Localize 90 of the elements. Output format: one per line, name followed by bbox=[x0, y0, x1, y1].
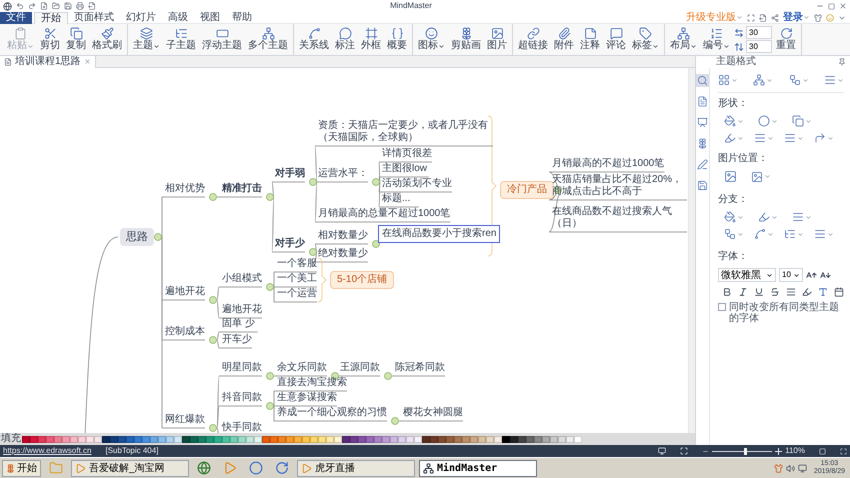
start-button[interactable]: 开始 bbox=[2, 460, 41, 476]
central-topic[interactable]: 思路 bbox=[120, 228, 154, 246]
topic-label[interactable]: 固单 少 bbox=[222, 318, 255, 330]
palette-label: 填充 bbox=[0, 433, 22, 445]
ribbon-button[interactable]: 标签 bbox=[630, 24, 661, 54]
topic-label[interactable]: 资质：天猫店一定要少，或者几乎没有（天猫国际，全球购） bbox=[318, 120, 497, 144]
ribbon-button[interactable]: 子主题 bbox=[164, 24, 198, 54]
menu-tab[interactable]: 视图 bbox=[194, 12, 226, 24]
topic-label[interactable]: 快手同款 bbox=[222, 422, 262, 433]
ribbon-button[interactable]: 图片 bbox=[485, 24, 509, 54]
checkbox-label: 同时改变所有同类型主题的字体 bbox=[729, 302, 840, 324]
document-tab[interactable]: 培训课程1思路 bbox=[0, 56, 96, 68]
font-family-select[interactable]: 微软雅黑 bbox=[718, 268, 776, 282]
menu-tab[interactable]: 开始 bbox=[34, 12, 68, 24]
topic-label[interactable]: 月销最高的不超过1000笔 bbox=[552, 158, 664, 170]
ribbon-button[interactable]: 剪切 bbox=[38, 24, 62, 54]
topic-label[interactable]: 运营水平： bbox=[318, 168, 368, 180]
section-label: 分支： bbox=[718, 194, 749, 206]
topic-label[interactable]: 一个运营 bbox=[277, 288, 317, 300]
topic-label[interactable]: 养成一个细心观察的习惯 bbox=[277, 407, 387, 419]
section-label: 图片位置： bbox=[718, 153, 769, 165]
ribbon-button[interactable]: 布局 bbox=[668, 24, 699, 54]
ribbon-button[interactable]: 主题 bbox=[131, 24, 162, 54]
topic-label[interactable]: 遍地开花 bbox=[222, 304, 262, 316]
login-link[interactable]: 登录 bbox=[783, 12, 803, 24]
topic-label[interactable]: 生意参谋搜索 bbox=[277, 392, 337, 404]
ribbon-button[interactable]: 浮动主题 bbox=[200, 24, 244, 54]
ribbon-button[interactable]: 注释 bbox=[578, 24, 602, 54]
topic-label[interactable]: 对手弱 bbox=[275, 168, 305, 180]
topic-label[interactable]: 一个客服 bbox=[277, 258, 317, 270]
section-label: 字体： bbox=[718, 251, 749, 263]
ribbon-button[interactable]: 标注 bbox=[333, 24, 357, 54]
topic-label[interactable]: 樱花女神圆腿 bbox=[403, 407, 463, 419]
topic-label[interactable]: 在线商品数要小于搜索ren bbox=[378, 225, 500, 243]
topic-label[interactable]: 直接去淘宝搜索 bbox=[277, 377, 347, 389]
menu-tab[interactable]: 高级 bbox=[162, 12, 194, 24]
topic-label[interactable]: 标题... bbox=[382, 193, 410, 205]
ribbon-button[interactable]: 多个主题 bbox=[246, 24, 290, 54]
taskbar-window-button[interactable]: 吾爱破解_淘宝网 bbox=[71, 460, 189, 476]
topic-label[interactable]: 控制成本 bbox=[165, 326, 205, 338]
ribbon-button[interactable]: 图标 bbox=[416, 24, 447, 54]
topic-label[interactable]: 相对优势 bbox=[165, 183, 205, 195]
summary-topic[interactable]: 5-10个店铺 bbox=[330, 271, 394, 289]
topic-label[interactable]: 一个美工 bbox=[277, 273, 317, 285]
menu-tab[interactable]: 帮助 bbox=[226, 12, 258, 24]
topic-label[interactable]: 对手少 bbox=[275, 238, 305, 250]
topic-label[interactable]: 相对数量少 bbox=[318, 230, 368, 242]
topic-label[interactable]: 月销最高的总量不超过1000笔 bbox=[318, 208, 450, 220]
section-label: 形状： bbox=[718, 98, 749, 110]
topic-label[interactable]: 详情页很差 bbox=[382, 148, 432, 160]
topic-label[interactable]: 精准打击 bbox=[222, 183, 262, 195]
taskbar-window-button[interactable]: 虎牙直播 bbox=[297, 460, 415, 476]
menu-tab[interactable]: 页面样式 bbox=[68, 12, 120, 24]
topic-label[interactable]: 遍地开花 bbox=[165, 286, 205, 298]
ribbon-button[interactable]: 剪贴画 bbox=[449, 24, 483, 54]
zoom-percentage: 110% bbox=[785, 445, 805, 457]
panel-title: 主题格式 bbox=[716, 56, 756, 68]
spacing-field[interactable]: 30 bbox=[746, 26, 772, 39]
spacing-field[interactable]: 30 bbox=[746, 40, 772, 53]
topic-label[interactable]: 网红爆款 bbox=[165, 414, 205, 426]
topic-label[interactable]: 天猫店销量占比不超过20%，商城点击占比不高于 bbox=[552, 174, 688, 198]
topic-label[interactable]: 抖音同款 bbox=[222, 392, 262, 404]
topic-label[interactable]: 余文乐同款 bbox=[277, 362, 327, 374]
topic-label[interactable]: 陈冠希同款 bbox=[395, 362, 445, 374]
ribbon-button[interactable]: 概要 bbox=[385, 24, 409, 54]
file-menu-button[interactable]: 文件 bbox=[0, 12, 32, 24]
ribbon-button[interactable]: 格式刷 bbox=[90, 24, 124, 54]
topic-label[interactable]: 绝对数量少 bbox=[318, 248, 368, 260]
ribbon-button[interactable]: 外框 bbox=[359, 24, 383, 54]
taskbar-window-button[interactable]: MindMaster bbox=[419, 460, 537, 476]
window-title: MindMaster bbox=[390, 0, 433, 12]
ribbon-button[interactable]: 重置 bbox=[774, 24, 798, 54]
ribbon-button[interactable]: 复制 bbox=[64, 24, 88, 54]
selection-status: [SubTopic 404] bbox=[105, 445, 158, 457]
topic-label[interactable]: 活动策划不专业 bbox=[382, 178, 452, 190]
topic-label[interactable]: 主图很low bbox=[382, 163, 428, 175]
topic-label[interactable]: 明星同款 bbox=[222, 362, 262, 374]
ribbon-button[interactable]: 评论 bbox=[604, 24, 628, 54]
font-size-select[interactable]: 10 bbox=[779, 268, 803, 282]
topic-label[interactable]: 开车少 bbox=[222, 334, 252, 346]
website-link[interactable]: https://www.edrawsoft.cn bbox=[3, 445, 92, 457]
ribbon-button[interactable]: 附件 bbox=[552, 24, 576, 54]
topic-label[interactable]: 王源同款 bbox=[340, 362, 380, 374]
ribbon-button[interactable]: 关系线 bbox=[297, 24, 331, 54]
ribbon-button[interactable]: 编号 bbox=[701, 24, 732, 54]
ribbon-button[interactable]: 超链接 bbox=[516, 24, 550, 54]
document-tab-title: 培训课程1思路 bbox=[15, 56, 81, 68]
menu-tab[interactable]: 幻灯片 bbox=[120, 12, 162, 24]
topic-label[interactable]: 小组模式 bbox=[222, 273, 262, 285]
topic-label[interactable]: 在线商品数不超过搜索人气（日） bbox=[552, 206, 688, 230]
